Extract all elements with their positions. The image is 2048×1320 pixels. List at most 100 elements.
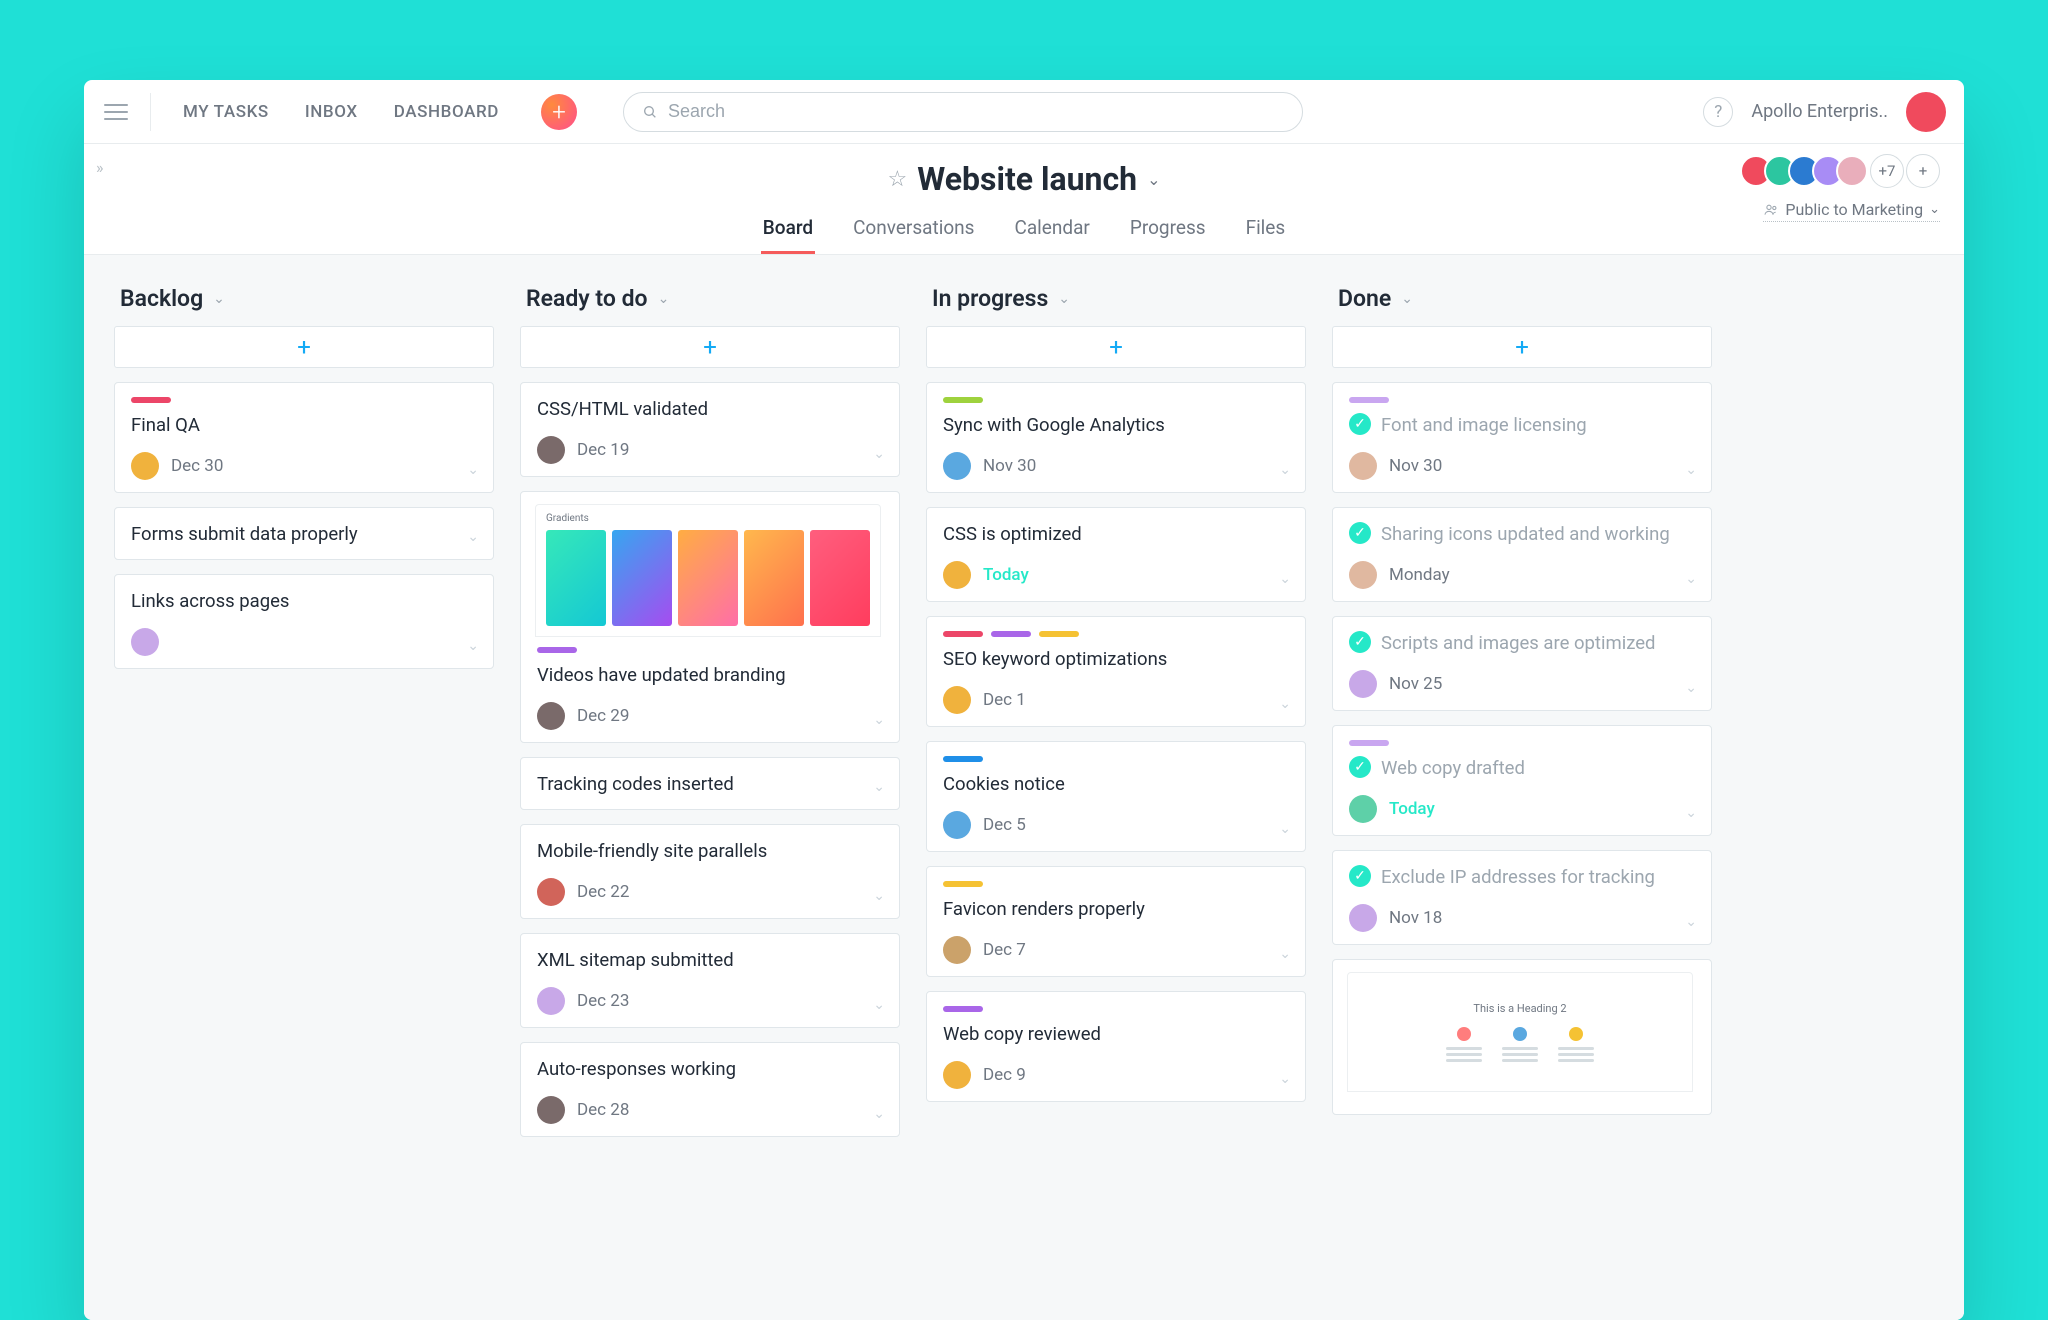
card-menu-icon[interactable]: ⌄ — [1279, 1071, 1291, 1087]
help-button[interactable]: ? — [1703, 97, 1733, 127]
card-menu-icon[interactable]: ⌄ — [873, 1106, 885, 1122]
assignee-avatar[interactable] — [943, 1061, 971, 1089]
card-menu-icon[interactable]: ⌄ — [1279, 821, 1291, 837]
task-card[interactable]: GradientsVideos have updated brandingDec… — [520, 491, 900, 743]
card-menu-icon[interactable]: ⌄ — [1279, 462, 1291, 478]
task-card[interactable]: ✓Exclude IP addresses for trackingNov 18… — [1332, 850, 1712, 945]
search-bar[interactable] — [623, 92, 1303, 132]
assignee-avatar[interactable] — [943, 561, 971, 589]
card-title: Scripts and images are optimized — [1381, 631, 1655, 656]
task-card[interactable]: Mobile-friendly site parallelsDec 22⌄ — [520, 824, 900, 919]
member-count-more[interactable]: +7 — [1870, 154, 1904, 188]
task-card[interactable]: Sync with Google AnalyticsNov 30⌄ — [926, 382, 1306, 493]
menu-icon[interactable] — [102, 98, 130, 126]
project-dropdown-icon[interactable]: ⌄ — [1147, 170, 1160, 189]
task-card[interactable]: Tracking codes inserted⌄ — [520, 757, 900, 810]
quick-add-button[interactable]: + — [541, 94, 577, 130]
column-header[interactable]: In progress⌄ — [926, 279, 1306, 326]
card-menu-icon[interactable]: ⌄ — [1685, 805, 1697, 821]
board-column: Ready to do⌄+ CSS/HTML validatedDec 19⌄ Gr… — [520, 279, 900, 1320]
star-icon[interactable]: ☆ — [888, 167, 908, 192]
project-title[interactable]: Website launch — [917, 160, 1137, 198]
assignee-avatar[interactable] — [537, 878, 565, 906]
card-menu-icon[interactable]: ⌄ — [873, 888, 885, 904]
task-card[interactable]: Links across pages⌄ — [114, 574, 494, 669]
workspace-switcher[interactable]: Apollo Enterpris.. — [1751, 101, 1888, 122]
card-menu-icon[interactable]: ⌄ — [873, 712, 885, 728]
expand-sidebar-icon[interactable]: » — [96, 158, 104, 177]
card-menu-icon[interactable]: ⌄ — [873, 446, 885, 462]
assignee-avatar[interactable] — [537, 987, 565, 1015]
column-header[interactable]: Done⌄ — [1332, 279, 1712, 326]
assignee-avatar[interactable] — [537, 1096, 565, 1124]
card-footer: Dec 1 — [943, 686, 1289, 714]
add-card-button[interactable]: + — [926, 326, 1306, 368]
task-card[interactable]: Forms submit data properly⌄ — [114, 507, 494, 560]
tab-files[interactable]: Files — [1244, 210, 1288, 254]
assignee-avatar[interactable] — [1349, 795, 1377, 823]
card-menu-icon[interactable]: ⌄ — [1685, 462, 1697, 478]
add-member-button[interactable]: + — [1906, 154, 1940, 188]
card-title: Cookies notice — [943, 772, 1289, 797]
card-menu-icon[interactable]: ⌄ — [1279, 946, 1291, 962]
task-card[interactable]: SEO keyword optimizationsDec 1⌄ — [926, 616, 1306, 727]
chevron-down-icon[interactable]: ⌄ — [1058, 291, 1070, 307]
board-column: Done⌄+ ✓Font and image licensingNov 30⌄ ✓S… — [1332, 279, 1712, 1320]
assignee-avatar[interactable] — [1349, 561, 1377, 589]
card-menu-icon[interactable]: ⌄ — [467, 638, 479, 654]
card-menu-icon[interactable]: ⌄ — [1685, 680, 1697, 696]
column-header[interactable]: Backlog⌄ — [114, 279, 494, 326]
task-card[interactable]: Web copy reviewedDec 9⌄ — [926, 991, 1306, 1102]
task-card[interactable]: Auto-responses workingDec 28⌄ — [520, 1042, 900, 1137]
task-card[interactable]: CSS/HTML validatedDec 19⌄ — [520, 382, 900, 477]
chevron-down-icon[interactable]: ⌄ — [213, 291, 225, 307]
nav-my-tasks[interactable]: MY TASKS — [183, 102, 269, 122]
add-card-button[interactable]: + — [520, 326, 900, 368]
nav-inbox[interactable]: INBOX — [305, 102, 358, 122]
chevron-down-icon[interactable]: ⌄ — [1401, 291, 1413, 307]
card-menu-icon[interactable]: ⌄ — [1685, 571, 1697, 587]
assignee-avatar[interactable] — [943, 936, 971, 964]
card-menu-icon[interactable]: ⌄ — [1279, 696, 1291, 712]
assignee-avatar[interactable] — [943, 811, 971, 839]
card-menu-icon[interactable]: ⌄ — [467, 462, 479, 478]
card-menu-icon[interactable]: ⌄ — [1685, 914, 1697, 930]
column-header[interactable]: Ready to do⌄ — [520, 279, 900, 326]
task-card[interactable]: This is a Heading 2 — [1332, 959, 1712, 1115]
task-card[interactable]: CSS is optimizedToday⌄ — [926, 507, 1306, 602]
assignee-avatar[interactable] — [1349, 452, 1377, 480]
assignee-avatar[interactable] — [1349, 904, 1377, 932]
assignee-avatar[interactable] — [131, 452, 159, 480]
add-card-button[interactable]: + — [1332, 326, 1712, 368]
assignee-avatar[interactable] — [943, 686, 971, 714]
add-card-button[interactable]: + — [114, 326, 494, 368]
task-card[interactable]: ✓Sharing icons updated and workingMonday… — [1332, 507, 1712, 602]
member-avatar[interactable] — [1836, 155, 1868, 187]
task-card[interactable]: Favicon renders properlyDec 7⌄ — [926, 866, 1306, 977]
task-card[interactable]: ✓Font and image licensingNov 30⌄ — [1332, 382, 1712, 493]
project-privacy[interactable]: Public to Marketing ⌄ — [1763, 200, 1940, 222]
card-menu-icon[interactable]: ⌄ — [873, 997, 885, 1013]
assignee-avatar[interactable] — [1349, 670, 1377, 698]
task-card[interactable]: Final QADec 30⌄ — [114, 382, 494, 493]
search-input[interactable] — [668, 101, 1284, 122]
card-menu-icon[interactable]: ⌄ — [1279, 571, 1291, 587]
assignee-avatar[interactable] — [537, 436, 565, 464]
task-card[interactable]: ✓Scripts and images are optimizedNov 25⌄ — [1332, 616, 1712, 711]
assignee-avatar[interactable] — [537, 702, 565, 730]
card-menu-icon[interactable]: ⌄ — [873, 779, 885, 795]
card-menu-icon[interactable]: ⌄ — [467, 529, 479, 545]
tab-progress[interactable]: Progress — [1128, 210, 1208, 254]
nav-dashboard[interactable]: DASHBOARD — [394, 102, 499, 122]
tab-conversations[interactable]: Conversations — [851, 210, 976, 254]
card-footer: Dec 30 — [131, 452, 477, 480]
task-card[interactable]: Cookies noticeDec 5⌄ — [926, 741, 1306, 852]
chevron-down-icon[interactable]: ⌄ — [658, 291, 670, 307]
assignee-avatar[interactable] — [943, 452, 971, 480]
tab-calendar[interactable]: Calendar — [1012, 210, 1091, 254]
tab-board[interactable]: Board — [761, 210, 815, 254]
task-card[interactable]: ✓Web copy draftedToday⌄ — [1332, 725, 1712, 836]
task-card[interactable]: XML sitemap submittedDec 23⌄ — [520, 933, 900, 1028]
assignee-avatar[interactable] — [131, 628, 159, 656]
user-avatar[interactable] — [1906, 92, 1946, 132]
